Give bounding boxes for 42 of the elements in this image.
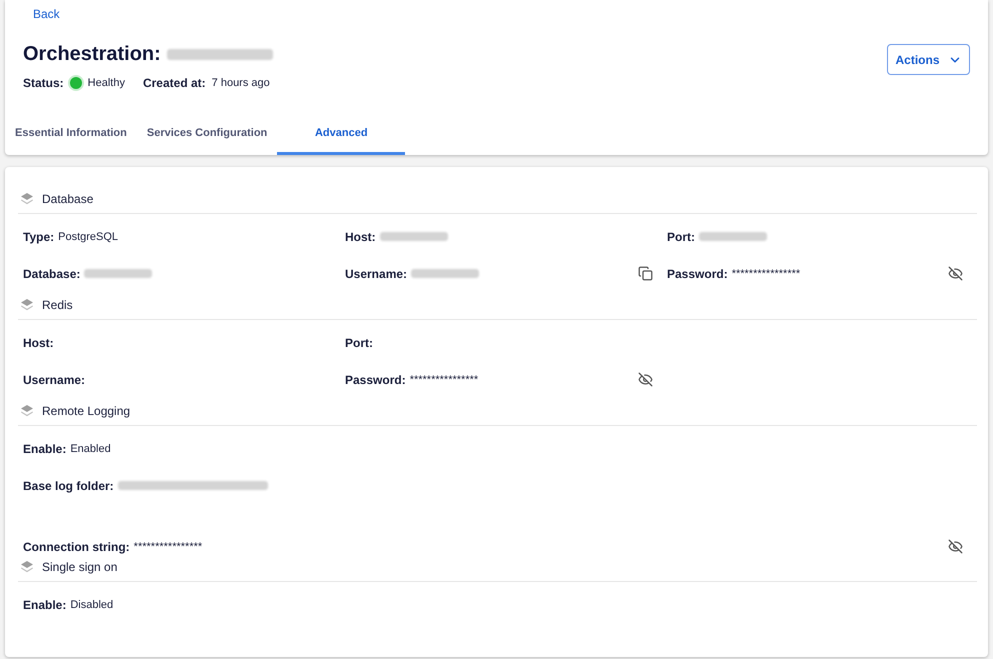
field-label: Host: — [345, 230, 376, 244]
meta-label: Created at: — [142, 76, 206, 90]
tab[interactable]: Advanced — [277, 114, 406, 155]
hidden-eye-button[interactable] — [638, 372, 653, 387]
tab[interactable]: Services Configuration — [136, 114, 278, 155]
meta-label: Status: — [23, 76, 64, 90]
field-value: **************** — [410, 374, 478, 386]
section-title: Database — [42, 192, 94, 206]
copy-button[interactable] — [638, 266, 653, 281]
field-label: Password: — [345, 372, 406, 386]
field-label: Port: — [667, 230, 695, 244]
hidden-eye-button[interactable] — [948, 266, 963, 281]
section-title: Redis — [42, 298, 73, 312]
field-label: Host: — [23, 336, 54, 350]
meta-value: 7 hours ago — [212, 77, 270, 89]
field-label: Base log folder: — [23, 478, 114, 492]
back-link[interactable]: Back — [33, 7, 60, 21]
field-value: **************** — [732, 268, 800, 280]
layers-icon — [20, 560, 34, 574]
field-value: **************** — [134, 540, 202, 552]
layers-icon — [20, 192, 34, 206]
meta-value: Healthy — [88, 77, 125, 89]
tab[interactable]: Essential Information — [5, 114, 137, 155]
field-label: Connection string: — [23, 540, 130, 554]
section-title: Single sign on — [42, 560, 118, 574]
field-label: Username: — [345, 266, 408, 280]
field-label: Port: — [345, 336, 373, 350]
section-title: Remote Logging — [42, 404, 130, 418]
page-title: Orchestration: — [23, 43, 161, 66]
field-label: Enable: — [23, 598, 66, 612]
field-label: Type: — [23, 230, 54, 244]
field-label: Username: — [23, 372, 86, 386]
field-label: Database: — [23, 266, 80, 280]
field-label: Password: — [667, 266, 728, 280]
field-value: Enabled — [70, 442, 111, 454]
field-label: Enable: — [23, 442, 66, 456]
layers-icon — [20, 404, 34, 418]
actions-button[interactable]: Actions — [887, 44, 970, 75]
layers-icon — [20, 298, 34, 312]
field-value: PostgreSQL — [58, 230, 118, 242]
hidden-eye-button[interactable] — [948, 539, 963, 554]
field-value: Disabled — [70, 598, 114, 610]
